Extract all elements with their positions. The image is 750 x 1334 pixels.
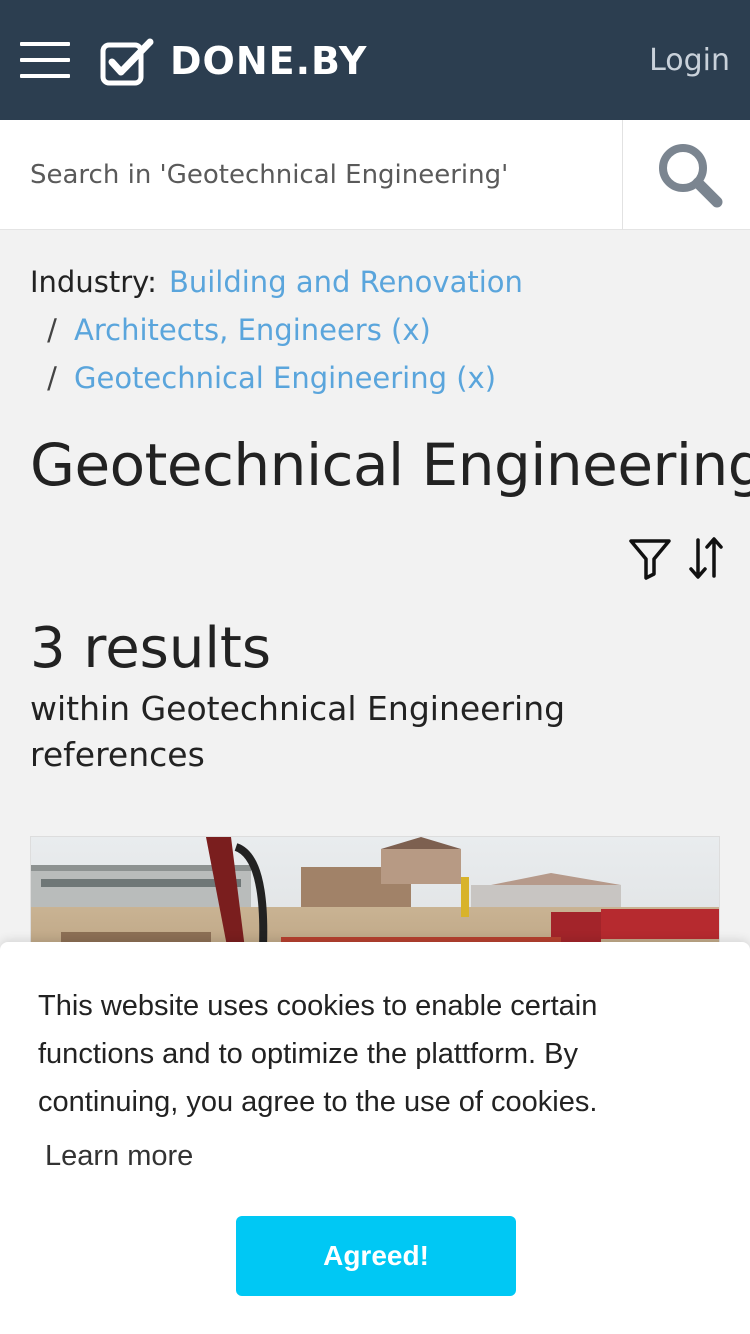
brand-logo[interactable]: DONE.BY [170,38,367,84]
breadcrumb-row: Industry: Building and Renovation [30,258,523,306]
login-link[interactable]: Login [649,40,730,82]
search-button[interactable] [623,120,750,230]
search-icon [659,144,723,208]
cookie-message: This website uses cookies to enable cert… [38,990,598,1118]
results-context: within Geotechnical Engineering referenc… [30,689,566,774]
search-bar [0,120,750,230]
breadcrumb-separator: / [47,313,57,347]
breadcrumb-item-geotechnical-engineering[interactable]: Geotechnical Engineering (x) [74,361,496,395]
hamburger-icon-bar [20,58,70,62]
top-navigation-bar: DONE.BY Login [0,0,750,120]
hamburger-icon-bar [20,74,70,78]
page-title: Geotechnical Engineering [30,431,750,499]
learn-more-link[interactable]: Learn more [45,1134,193,1178]
hamburger-icon [20,42,70,46]
breadcrumb: Industry: Building and Renovation / Archit… [30,258,523,402]
menu-button[interactable] [20,42,70,78]
search-input[interactable] [0,120,622,230]
breadcrumb-row: / Architects, Engineers (x) [30,306,523,354]
sort-icon[interactable] [688,536,724,580]
checkbox-logo-icon[interactable] [100,38,156,86]
breadcrumb-item-building-renovation[interactable]: Building and Renovation [169,265,523,299]
breadcrumb-row: / Geotechnical Engineering (x) [30,354,523,402]
breadcrumb-label: Industry: [30,265,157,299]
filter-icon[interactable] [628,536,672,580]
agree-button[interactable]: Agreed! [236,1216,516,1296]
results-count: 3 results [30,616,272,681]
breadcrumb-separator: / [47,361,57,395]
breadcrumb-item-architects-engineers[interactable]: Architects, Engineers (x) [74,313,431,347]
cookie-banner: This website uses cookies to enable cert… [0,942,750,1334]
